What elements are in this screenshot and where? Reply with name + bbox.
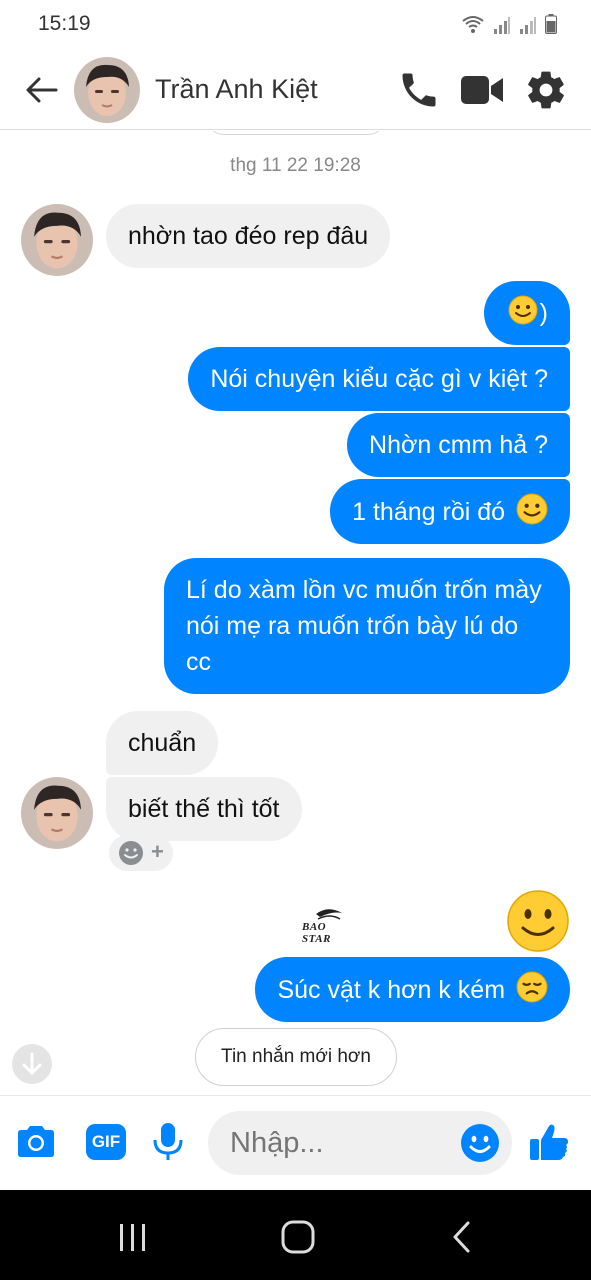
chevron-left-icon	[453, 1221, 470, 1253]
plus-icon: +	[151, 839, 164, 864]
message-text: Nhờn cmm hả ?	[369, 431, 548, 459]
smile-emoji-icon	[507, 890, 569, 952]
signal-icon-1	[494, 17, 510, 34]
settings-button[interactable]	[524, 68, 568, 112]
signal-icon-2	[520, 17, 536, 34]
message-text: chuẩn	[128, 729, 197, 757]
gear-icon	[528, 71, 564, 109]
message-timestamp: thg 11 22 19:28	[230, 155, 361, 176]
message-sent[interactable]: )	[483, 281, 570, 345]
watermark-logo: BAO STAR	[298, 905, 358, 945]
system-navigation-bar	[0, 1190, 591, 1280]
message-text: )	[539, 299, 548, 327]
like-button[interactable]	[527, 1120, 571, 1164]
home-button[interactable]	[278, 1217, 318, 1257]
message-sent[interactable]: Nói chuyện kiểu cặc gì v kiệt ?	[188, 347, 570, 411]
message-sent[interactable]: Súc vật k hơn k kém	[255, 957, 570, 1022]
message-sent[interactable]: Nhờn cmm hả ?	[347, 413, 570, 477]
video-call-button[interactable]	[459, 68, 503, 112]
gif-label: GIF	[91, 1132, 121, 1151]
message-received[interactable]: nhờn tao đéo rep đâu	[106, 204, 391, 268]
contact-avatar[interactable]	[74, 57, 140, 123]
arrow-down-icon	[22, 1052, 42, 1075]
smile-emoji-icon	[516, 493, 548, 525]
large-smile-emoji[interactable]	[506, 889, 570, 953]
system-back-button[interactable]	[442, 1217, 482, 1257]
avatar-photo	[21, 204, 93, 276]
gif-button[interactable]: GIF	[86, 1120, 130, 1164]
message-text: 1 tháng rồi đó	[352, 498, 506, 526]
video-camera-icon	[461, 76, 503, 104]
status-time: 15:19	[38, 12, 91, 35]
microphone-icon	[153, 1123, 183, 1160]
message-received[interactable]: chuẩn	[106, 711, 219, 775]
contact-name[interactable]: Trần Anh Kiệt	[155, 74, 318, 105]
add-reaction-button[interactable]: +	[109, 835, 173, 871]
recents-icon	[120, 1224, 145, 1251]
avatar-photo	[74, 57, 140, 123]
battery-icon	[545, 14, 557, 34]
emoji-smile-icon	[461, 1124, 499, 1162]
message-sent[interactable]: Lí do xàm lồn vc muốn trốn mày nói mẹ ra…	[164, 558, 570, 694]
message-text: Súc vật k hơn k kém	[277, 976, 506, 1004]
message-input[interactable]	[230, 1127, 450, 1160]
smile-emoji-icon	[508, 295, 538, 325]
back-button[interactable]	[22, 70, 62, 110]
message-sent[interactable]: 1 tháng rồi đó	[330, 479, 570, 544]
sender-avatar[interactable]	[21, 204, 93, 276]
wifi-icon	[462, 16, 484, 33]
disappointed-emoji-icon	[516, 971, 548, 1003]
newer-messages-button[interactable]: Tin nhắn mới hơn	[195, 1028, 397, 1086]
conversation-header: Trần Anh Kiệt	[0, 48, 591, 130]
scroll-to-bottom-button[interactable]	[12, 1044, 52, 1084]
message-list[interactable]: thg 11 22 19:28 nhờn tao đéo rep đâu ) N…	[0, 131, 591, 1095]
previous-pill-edge	[206, 131, 386, 135]
message-text: biết thế thì tốt	[128, 795, 280, 823]
back-arrow-icon	[26, 77, 58, 103]
composer-bar: GIF	[0, 1095, 591, 1190]
message-received[interactable]: biết thế thì tốt	[106, 777, 302, 841]
sender-avatar[interactable]	[21, 777, 93, 849]
phone-icon	[402, 73, 436, 107]
message-text: Nói chuyện kiểu cặc gì v kiệt ?	[210, 365, 548, 393]
recent-apps-button[interactable]	[113, 1217, 153, 1257]
avatar-photo	[21, 777, 93, 849]
message-text: nhờn tao đéo rep đâu	[128, 222, 369, 250]
camera-button[interactable]	[14, 1120, 58, 1164]
message-input-container[interactable]	[208, 1111, 512, 1175]
voice-call-button[interactable]	[397, 68, 441, 112]
status-icons	[461, 14, 557, 34]
gif-icon: GIF	[86, 1124, 126, 1160]
message-text: Lí do xàm lồn vc muốn trốn mày nói mẹ ra…	[186, 576, 542, 676]
status-bar: 15:19	[0, 0, 591, 48]
voice-record-button[interactable]	[146, 1120, 190, 1164]
home-icon	[281, 1220, 315, 1254]
watermark-text: BAO STAR	[302, 921, 331, 945]
thumbs-up-icon	[530, 1124, 568, 1160]
emoji-button[interactable]	[460, 1123, 500, 1163]
camera-icon	[18, 1126, 54, 1157]
